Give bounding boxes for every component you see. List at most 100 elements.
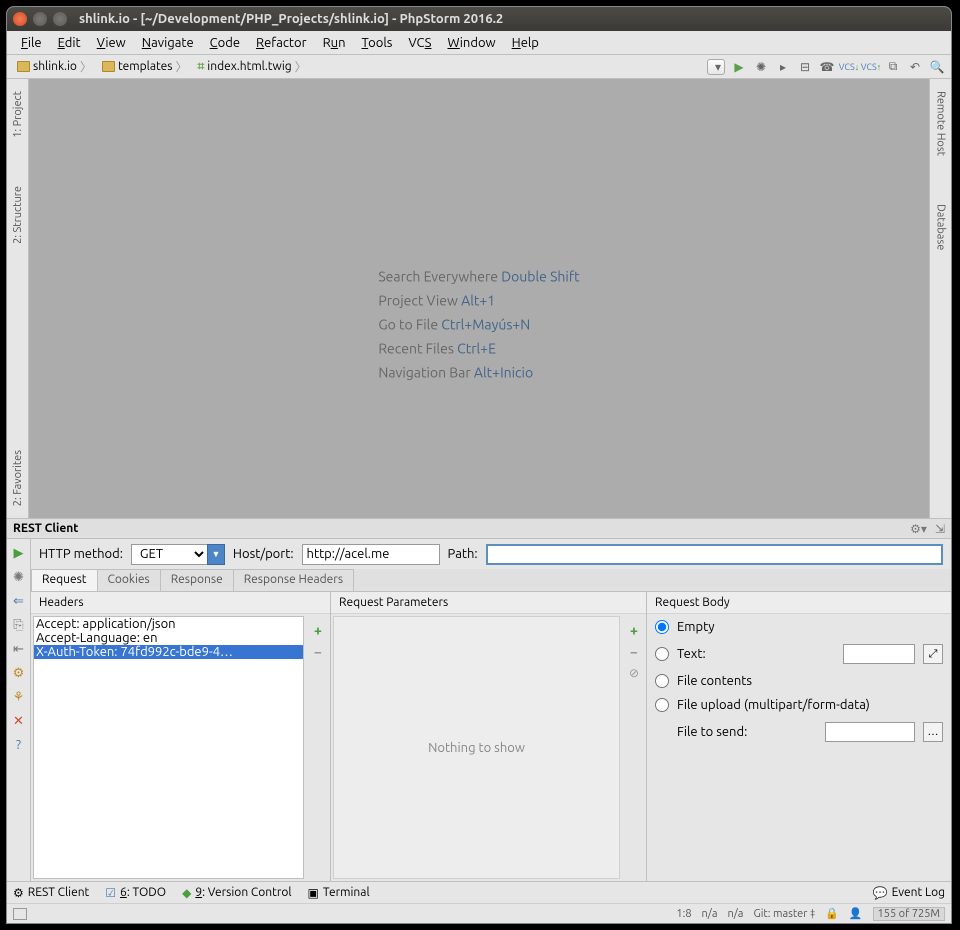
tab-request[interactable]: Request [31,569,98,591]
tab-database[interactable]: Database [934,200,948,254]
hint-shortcut: Alt+1 [461,292,495,308]
footer-tab-terminal[interactable]: ▣Terminal [308,886,370,900]
rest-request-row: HTTP method: GET ▼ Host/port: Path: [31,539,951,569]
debug-icon[interactable]: ✺ [753,59,769,75]
lock-icon[interactable]: 🔒 [825,907,839,920]
speech-bubble-icon: 💬 [873,886,888,900]
vcs-update-icon[interactable]: VCS↓ [841,59,857,75]
path-label: Path: [448,547,478,561]
configure-icon[interactable]: ⚙ [11,665,27,681]
export-icon[interactable]: ⎘ [11,617,27,633]
headers-list[interactable]: Accept: application/json Accept-Language… [33,616,304,879]
navigation-bar: shlink.io 〉 templates 〉 ⌗ index.html.twi… [7,55,951,79]
menu-edit[interactable]: Edit [50,34,89,52]
remove-icon[interactable]: ✕ [11,713,27,729]
body-text-input[interactable] [843,644,915,664]
footer-tab-todo[interactable]: ☑6: TODO [105,886,166,900]
menu-window[interactable]: Window [439,34,503,52]
chevron-right-icon: 〉 [80,58,92,75]
titlebar: shlink.io - [~/Development/PHP_Projects/… [7,7,951,31]
tab-project[interactable]: 1: Project [11,87,25,142]
encoding-2[interactable]: n/a [727,908,743,920]
menu-code[interactable]: Code [202,34,248,52]
header-row[interactable]: Accept: application/json [34,617,303,631]
add-header-button[interactable]: + [310,622,326,638]
file-to-send-input[interactable] [825,722,915,742]
inspections-icon[interactable]: 👤 [849,907,863,920]
header-row[interactable]: Accept-Language: en [34,631,303,645]
minimize-panel-icon[interactable]: ⇲ [935,522,945,536]
toolwindows-toggle-icon[interactable] [13,908,27,920]
chevron-right-icon: 〉 [295,58,307,75]
tab-structure[interactable]: 2: Structure [11,182,25,248]
gear-icon[interactable]: ⚙▾ [910,522,927,536]
event-log-button[interactable]: 💬Event Log [873,886,945,900]
menu-vcs[interactable]: VCS [400,34,439,52]
tab-cookies[interactable]: Cookies [97,569,161,591]
path-input[interactable] [486,544,943,565]
remove-header-button[interactable]: − [310,644,326,660]
encoding-1[interactable]: n/a [702,908,718,920]
breadcrumb-root[interactable]: shlink.io 〉 [13,58,96,75]
save-icon[interactable]: ⇤ [11,641,27,657]
breadcrumb-label: templates [118,60,173,73]
window-title: shlink.io - [~/Development/PHP_Projects/… [79,12,503,26]
listen-icon[interactable]: ☎ [819,59,835,75]
minimize-window-button[interactable] [33,12,47,26]
submit-request-icon[interactable]: ▶ [11,545,27,561]
vcs-commit-icon[interactable]: VCS↑ [863,59,879,75]
clear-params-button[interactable]: ⊘ [629,666,639,680]
maximize-window-button[interactable] [53,12,67,26]
run-icon[interactable]: ▶ [731,59,747,75]
caret-position[interactable]: 1:8 [676,908,691,920]
undo-icon[interactable]: ↶ [907,59,923,75]
params-empty-message: Nothing to show [333,616,620,879]
http-method-select[interactable]: GET [131,544,207,565]
coverage-icon[interactable]: ▸ [775,59,791,75]
body-text-radio[interactable] [655,647,669,661]
browse-file-button[interactable]: … [923,722,943,742]
menu-navigate[interactable]: Navigate [134,34,202,52]
run-config-dropdown[interactable]: ▾ [707,59,725,75]
help-icon[interactable]: ? [11,737,27,753]
body-fileupload-label: File upload (multipart/form-data) [677,698,870,712]
editor-hints: Search Everywhere Double Shift Project V… [378,260,579,388]
add-param-button[interactable]: + [630,622,638,638]
git-branch[interactable]: Git: master ‡ [753,908,815,920]
menu-tools[interactable]: Tools [354,34,401,52]
menu-help[interactable]: Help [504,34,547,52]
tab-remote-host[interactable]: Remote Host [934,87,948,160]
tab-response[interactable]: Response [160,569,234,591]
dropdown-icon[interactable]: ▼ [207,544,225,565]
body-filecontents-label: File contents [677,674,752,688]
body-filecontents-radio[interactable] [655,674,669,688]
reset-icon[interactable]: ✺ [11,569,27,585]
stop-icon[interactable]: ⊟ [797,59,813,75]
search-icon[interactable]: 🔍 [929,59,945,75]
params-title: Request Parameters [331,592,646,614]
host-port-input[interactable] [302,544,440,565]
menu-view[interactable]: View [89,34,134,52]
import-icon[interactable]: ⇐ [11,593,27,609]
history-icon[interactable]: ⧉ [885,59,901,75]
tab-favorites[interactable]: 2: Favorites [11,446,25,510]
remove-param-button[interactable]: − [630,644,638,660]
tab-response-headers[interactable]: Response Headers [233,569,354,591]
body-empty-radio[interactable] [655,620,669,634]
breadcrumb-folder[interactable]: templates 〉 [98,58,192,75]
expand-text-button[interactable]: ⤢ [923,644,943,664]
cookies-icon[interactable]: ⚘ [11,689,27,705]
header-row-selected[interactable]: X-Auth-Token: 74fd992c-bde9-4… [34,645,303,659]
breadcrumb-file[interactable]: ⌗ index.html.twig 〉 [194,58,311,75]
vcs-icon: ◆ [182,886,191,900]
body-text-label: Text: [677,647,706,661]
menu-file[interactable]: File [13,34,50,52]
footer-tab-vcs[interactable]: ◆9: Version Control [182,886,291,900]
menu-run[interactable]: Run [315,34,354,52]
close-window-button[interactable] [13,12,27,26]
body-fileupload-radio[interactable] [655,698,669,712]
menu-refactor[interactable]: Refactor [248,34,315,52]
breadcrumb-label: shlink.io [33,60,77,73]
footer-tab-restclient[interactable]: ⚙REST Client [13,886,89,900]
memory-indicator[interactable]: 155 of 725M [873,907,945,921]
